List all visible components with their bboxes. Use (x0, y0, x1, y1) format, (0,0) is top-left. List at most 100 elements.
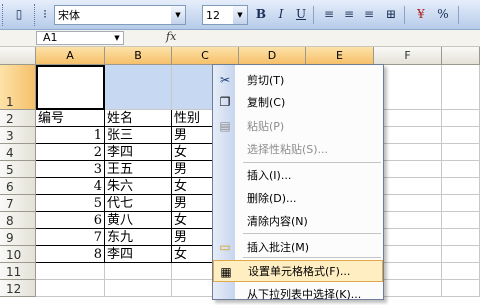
table-data-cell[interactable]: 张三 (105, 127, 172, 144)
table-data-cell[interactable]: 4 (36, 178, 105, 195)
grid-cell[interactable] (374, 127, 442, 144)
grid-cell[interactable] (374, 212, 442, 229)
table-header-cell[interactable]: 姓名 (105, 110, 172, 127)
row-header[interactable]: 4 (0, 144, 36, 161)
row-header[interactable]: 2 (0, 110, 36, 127)
column-header-g[interactable] (442, 47, 480, 65)
column-header-c[interactable]: C (172, 47, 239, 65)
menu-item[interactable]: ▦ 设置单元格格式(F)... (213, 260, 383, 282)
toolbar-grip-2[interactable] (34, 4, 38, 26)
grid-cell[interactable] (442, 212, 480, 229)
menu-item[interactable]: ✂ 剪切(T) (213, 69, 383, 91)
menu-item[interactable]: ❐ 复制(C) (213, 91, 383, 113)
table-data-cell[interactable]: 5 (36, 195, 105, 212)
align-left-icon[interactable]: ≡ (320, 5, 338, 23)
grid-cell[interactable] (36, 280, 105, 297)
table-data-cell[interactable]: 东九 (105, 229, 172, 246)
column-header-a[interactable]: A (36, 47, 105, 65)
grid-cell[interactable] (442, 65, 480, 110)
table-data-cell[interactable]: 王五 (105, 161, 172, 178)
grid-cell[interactable] (374, 195, 442, 212)
grid-cell[interactable] (36, 263, 105, 280)
row-header[interactable]: 12 (0, 280, 36, 297)
grid-cell[interactable] (442, 263, 480, 280)
table-data-cell[interactable]: 7 (36, 229, 105, 246)
grid-cell[interactable] (442, 246, 480, 263)
grid-cell[interactable] (442, 127, 480, 144)
row-header[interactable]: 8 (0, 212, 36, 229)
toolbar-options-icon[interactable]: ⁝ (40, 5, 50, 23)
grid-cell[interactable] (374, 263, 442, 280)
column-header-e[interactable]: E (306, 47, 374, 65)
chevron-down-icon[interactable]: ▼ (171, 6, 185, 24)
grid-cell[interactable] (105, 280, 172, 297)
grid-cell[interactable] (374, 144, 442, 161)
align-right-icon[interactable]: ≡ (360, 5, 378, 23)
grid-cell[interactable] (105, 263, 172, 280)
table-data-cell[interactable]: 黄八 (105, 212, 172, 229)
grid-cell[interactable] (374, 246, 442, 263)
column-header-b[interactable]: B (105, 47, 172, 65)
table-data-cell[interactable]: 朱六 (105, 178, 172, 195)
table-data-cell[interactable]: 代七 (105, 195, 172, 212)
column-header-f[interactable]: F (374, 47, 442, 65)
table-data-cell[interactable]: 李四 (105, 144, 172, 161)
column-header-d[interactable]: D (239, 47, 306, 65)
font-name-combo[interactable]: 宋体 ▼ (54, 5, 186, 25)
grid-cell[interactable] (442, 110, 480, 127)
row-header[interactable]: 7 (0, 195, 36, 212)
toolbar-grip[interactable] (2, 4, 6, 26)
grid-cell[interactable] (374, 110, 442, 127)
toolbar-separator (458, 6, 459, 24)
menu-item[interactable]: 清除内容(N) (213, 210, 383, 232)
merge-center-icon[interactable]: ⊞ (382, 5, 400, 23)
grid-cell[interactable] (105, 65, 172, 110)
new-document-icon[interactable]: ▯ (10, 5, 28, 23)
grid-cell[interactable] (374, 161, 442, 178)
table-data-cell[interactable]: 3 (36, 161, 105, 178)
grid-cell[interactable] (442, 280, 480, 297)
row-header[interactable]: 11 (0, 263, 36, 280)
row-header[interactable]: 3 (0, 127, 36, 144)
menu-item[interactable]: 从下拉列表中选择(K)... (213, 283, 383, 305)
grid-cell[interactable] (442, 178, 480, 195)
grid-cell[interactable] (442, 229, 480, 246)
italic-button[interactable]: I (272, 5, 290, 23)
font-size-combo[interactable]: 12 ▼ (202, 5, 248, 25)
grid-cell[interactable] (374, 280, 442, 297)
name-box[interactable]: A1 ▼ (36, 31, 124, 45)
table-data-cell[interactable]: 8 (36, 246, 105, 263)
underline-button[interactable]: U (292, 5, 310, 23)
table-data-cell[interactable]: 2 (36, 144, 105, 161)
table-header-cell[interactable]: 编号 (36, 110, 105, 127)
menu-item-label: 清除内容(N) (247, 215, 308, 228)
chevron-down-icon[interactable]: ▼ (111, 32, 123, 44)
grid-cell[interactable] (442, 144, 480, 161)
select-all-corner[interactable] (0, 47, 36, 65)
menu-item[interactable]: 插入(I)... (213, 164, 383, 186)
menu-item[interactable]: ▤ 粘贴(P) (213, 115, 383, 137)
grid-cell[interactable] (442, 195, 480, 212)
chevron-down-icon[interactable]: ▼ (233, 6, 247, 24)
row-header[interactable]: 9 (0, 229, 36, 246)
bold-button[interactable]: B (252, 5, 270, 23)
grid-cell[interactable] (374, 229, 442, 246)
row-header[interactable]: 1 (0, 65, 36, 110)
grid-cell[interactable] (442, 161, 480, 178)
fx-icon[interactable]: fx (166, 30, 176, 43)
grid-cell[interactable] (374, 178, 442, 195)
table-data-cell[interactable]: 1 (36, 127, 105, 144)
menu-item[interactable]: ▭ 插入批注(M) (213, 236, 383, 258)
grid-cell[interactable] (36, 65, 105, 110)
row-header[interactable]: 6 (0, 178, 36, 195)
table-data-cell[interactable]: 6 (36, 212, 105, 229)
row-header[interactable]: 10 (0, 246, 36, 263)
currency-format-icon[interactable]: ¥ (412, 5, 430, 23)
menu-item[interactable]: 选择性粘贴(S)... (213, 138, 383, 160)
align-center-icon[interactable]: ≡ (340, 5, 358, 23)
menu-item[interactable]: 删除(D)... (213, 187, 383, 209)
grid-cell[interactable] (374, 65, 442, 110)
table-data-cell[interactable]: 李四 (105, 246, 172, 263)
row-header[interactable]: 5 (0, 161, 36, 178)
percent-style-button[interactable]: % (434, 5, 452, 23)
